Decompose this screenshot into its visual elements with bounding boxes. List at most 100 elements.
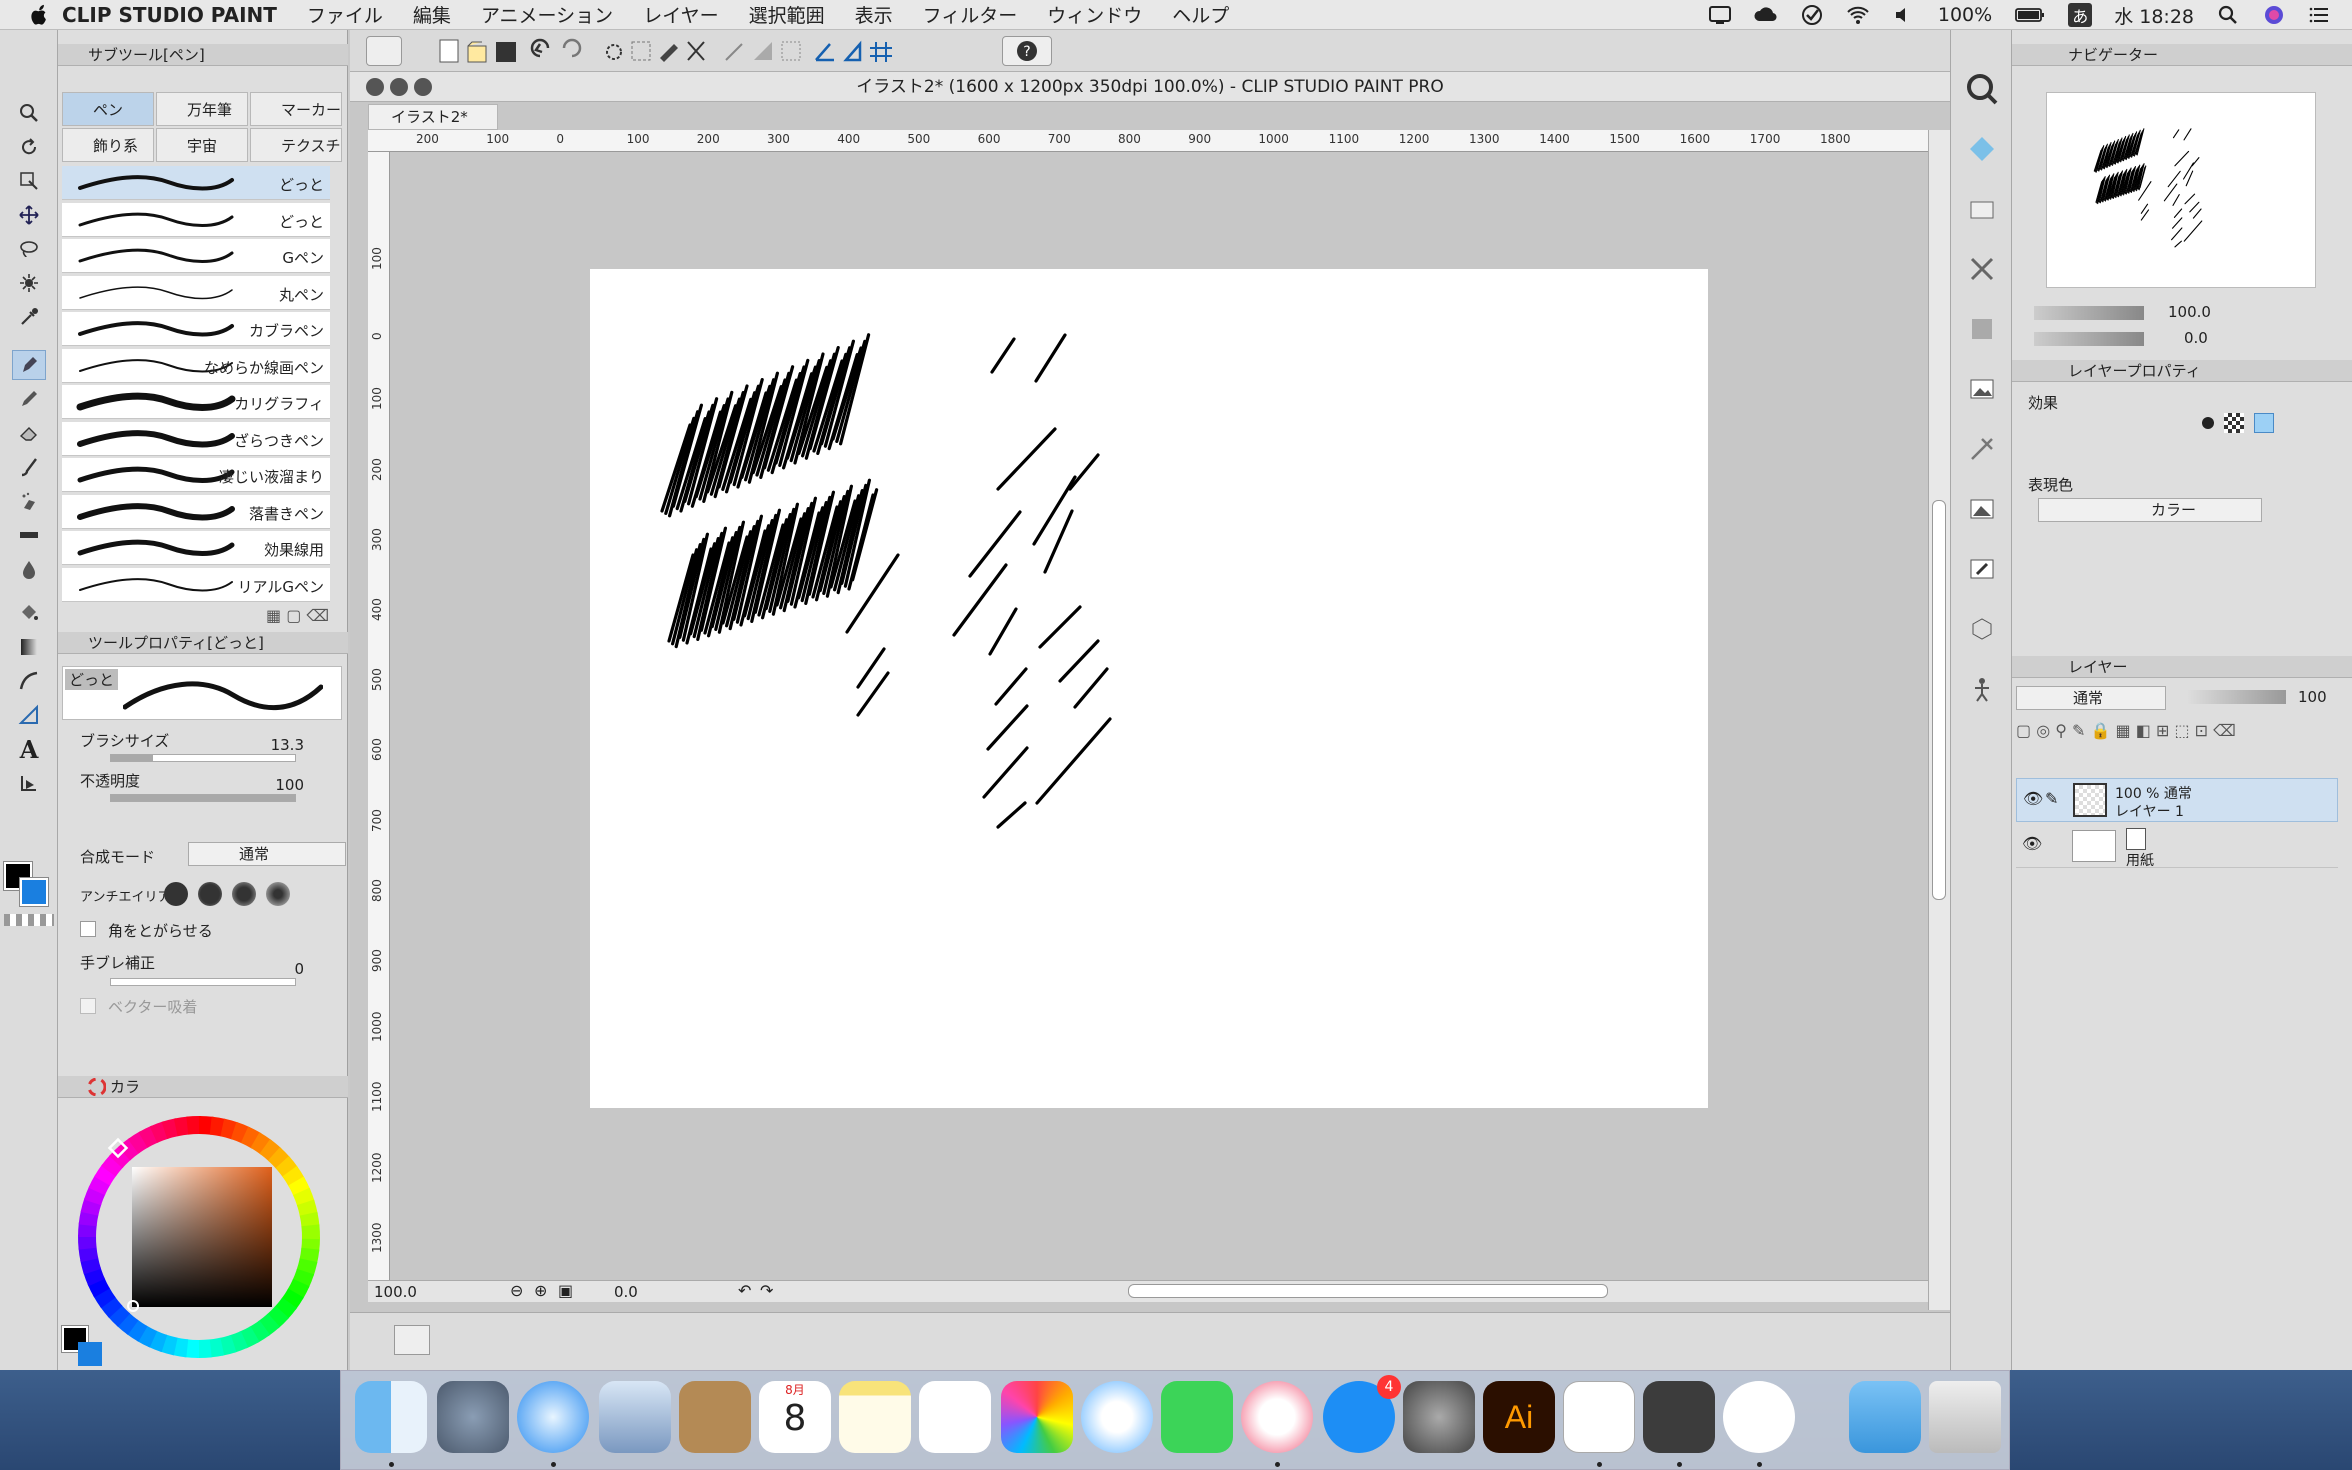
navigator-zoom-value[interactable]: 100.0 [2168,303,2211,321]
pencil-tool-icon[interactable] [12,384,46,414]
subtool-tab-decoration[interactable]: 飾り系 [62,128,154,162]
sharpen-checkbox[interactable] [80,921,96,937]
material-icon[interactable] [1963,130,2001,168]
tone-effect-icon[interactable] [2224,413,2244,433]
figure-tool-icon[interactable] [12,666,46,696]
command-icons[interactable] [436,38,896,66]
brush-size-slider[interactable] [110,754,296,762]
blend-mode-select[interactable]: 通常 [188,842,346,866]
brush-item[interactable]: 落書きペン [62,494,330,529]
maximize-icon[interactable] [414,78,432,96]
brush-size-value[interactable]: 13.3 [271,736,304,754]
checkmark-icon[interactable] [1800,4,1824,26]
notification-center-icon[interactable] [2308,4,2332,26]
canvas-paper[interactable] [590,269,1708,1108]
layer-opacity-value[interactable]: 100 [2298,688,2327,706]
navigator-preview[interactable] [2046,92,2316,288]
wacom-icon[interactable] [1723,1381,1795,1453]
move-tool-icon[interactable] [12,200,46,230]
app-name[interactable]: CLIP STUDIO PAINT [62,3,277,27]
clip-studio-icon[interactable] [1563,1381,1635,1453]
edit-icon[interactable] [1963,550,2001,588]
antialias-weak-icon[interactable] [198,882,222,906]
eye-icon[interactable]: 👁 [2023,789,2043,808]
menu-layer[interactable]: レイヤー [643,1,718,28]
balloon-tool-icon[interactable] [12,768,46,798]
apple-icon[interactable] [28,4,50,26]
image-icon[interactable] [1963,370,2001,408]
color-sub-swatch[interactable] [78,1342,102,1366]
brush-item[interactable]: どっと [62,202,330,237]
system-preferences-icon[interactable] [1403,1381,1475,1453]
mail-icon[interactable] [599,1381,671,1453]
opacity-value[interactable]: 100 [275,776,304,794]
antialias-none-icon[interactable] [164,882,188,906]
subtool-actions[interactable]: ▦ ▢ ⌫ [266,606,336,630]
folder-icon[interactable] [1963,190,2001,228]
illustrator-icon[interactable]: Ai [1483,1381,1555,1453]
search-icon[interactable] [1963,70,2001,108]
clock[interactable]: 水 18:28 [2114,2,2194,29]
antialias-options[interactable] [164,880,300,908]
app-store-icon[interactable]: 4 [1323,1375,1401,1453]
sub-color-swatch[interactable] [19,877,49,907]
creative-cloud-icon[interactable] [1754,4,1778,26]
document-tab[interactable]: イラスト2* [368,104,498,130]
trash-icon[interactable] [1929,1381,2001,1453]
eye-icon[interactable]: 👁 [2022,834,2042,853]
siri-icon[interactable] [2262,4,2286,26]
rotate-tool-icon[interactable] [12,132,46,162]
messages-icon[interactable] [1081,1381,1153,1453]
navigator-rotation-slider[interactable] [2034,332,2144,346]
layer-row-paper[interactable]: 👁 用紙 [2016,824,2338,869]
pen-edit-icon[interactable]: ✎ [2045,789,2058,808]
vector-snap-checkbox[interactable] [80,998,96,1014]
blend-mode-row[interactable]: 合成モード 通常 [80,842,346,868]
vertical-scroll-thumb[interactable] [1932,500,1946,900]
subtool-tab-pen[interactable]: ペン [62,92,154,126]
3d-figure-icon[interactable] [1963,670,2001,708]
border-effect-icon[interactable] [2202,417,2214,429]
brush-item[interactable]: カリグラフィ [62,385,330,419]
rotate-right-icon[interactable]: ↷ [760,1281,773,1300]
spotlight-icon[interactable] [2216,4,2240,26]
reminders-icon[interactable] [919,1381,991,1453]
brush-item[interactable]: リアルGペン [62,567,330,602]
effect-icon[interactable] [1963,430,2001,468]
contacts-icon[interactable] [679,1381,751,1453]
effect-buttons[interactable] [2202,410,2302,436]
tool-icon[interactable] [1963,250,2001,288]
stabilize-value[interactable]: 0 [294,960,304,978]
menu-selection[interactable]: 選択範囲 [749,1,825,28]
subtool-tab-space[interactable]: 宇宙 [156,128,248,162]
calendar-icon[interactable]: 8月 8 [759,1381,831,1453]
subtool-tab-marker[interactable]: マーカー [250,92,342,126]
brush-tool-icon[interactable] [12,452,46,482]
zoom-value[interactable]: 100.0 [374,1283,417,1301]
photos-icon[interactable] [1001,1381,1073,1453]
airbrush-tool-icon[interactable] [12,486,46,516]
express-color-select[interactable]: カラー [2038,498,2262,522]
antialias-mid-icon[interactable] [232,882,256,906]
magic-wand-icon[interactable] [12,268,46,298]
vector-snap-row[interactable]: ベクター吸着 [80,994,338,1020]
transparent-color-swatch[interactable] [4,914,54,926]
navigator-zoom-slider[interactable] [2034,306,2144,320]
help-button[interactable]: ? [1002,36,1052,66]
object-tool-icon[interactable] [12,166,46,196]
menu-filter[interactable]: フィルター [923,1,1018,28]
color-wheel[interactable] [64,1102,334,1372]
brush-size-row[interactable]: ブラシサイズ 13.3 [80,726,338,766]
music-icon[interactable] [1241,1381,1313,1453]
zoom-in-icon[interactable]: ⊕ [534,1281,547,1300]
pattern-icon[interactable] [1963,310,2001,348]
brush-item[interactable]: Gペン [62,239,330,273]
horizontal-scroll-thumb[interactable] [1128,1284,1608,1298]
volume-icon[interactable] [1892,4,1916,26]
color-tab-label[interactable]: カラ [110,1076,140,1097]
zoom-tool-icon[interactable] [12,98,46,128]
layer-row-1[interactable]: 👁 ✎ 100 % 通常 レイヤー 1 [2016,778,2338,822]
menu-view[interactable]: 表示 [855,1,893,28]
brush-item[interactable]: ざらつきペン [62,421,330,456]
launchpad-icon[interactable] [437,1381,509,1453]
